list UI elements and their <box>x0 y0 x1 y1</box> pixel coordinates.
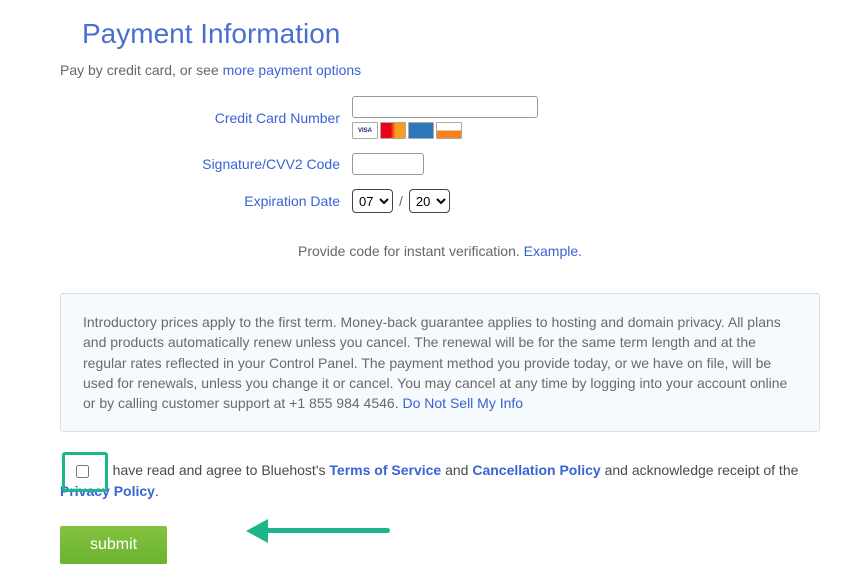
arrow-line <box>260 528 390 533</box>
discover-icon <box>436 122 462 139</box>
exp-month-select[interactable]: 07 <box>352 189 393 213</box>
verify-line: Provide code for instant verification. E… <box>60 243 820 259</box>
arrow-head-icon <box>246 519 268 543</box>
agree-t3: and acknowledge receipt of the <box>601 462 799 478</box>
more-payment-options-link[interactable]: more payment options <box>223 62 362 78</box>
page-title: Payment Information <box>82 18 820 50</box>
pay-subline: Pay by credit card, or see more payment … <box>60 62 820 78</box>
cancellation-policy-link[interactable]: Cancellation Policy <box>472 462 600 478</box>
agree-wrap: I have read and agree to Bluehost's Term… <box>60 460 820 502</box>
exp-slash: / <box>399 193 403 209</box>
visa-icon: VISA <box>352 122 378 139</box>
do-not-sell-link[interactable]: Do Not Sell My Info <box>402 395 523 411</box>
mastercard-icon <box>380 122 406 139</box>
terms-box: Introductory prices apply to the first t… <box>60 293 820 432</box>
privacy-policy-link[interactable]: Privacy Policy <box>60 483 155 499</box>
agree-checkbox[interactable] <box>76 465 89 478</box>
subline-text: Pay by credit card, or see <box>60 62 223 78</box>
cvv-label: Signature/CVV2 Code <box>60 156 352 172</box>
exp-row: Expiration Date 07 / 20 <box>60 189 820 213</box>
submit-button[interactable]: submit <box>60 526 167 564</box>
agree-t2: and <box>441 462 472 478</box>
cvv-row: Signature/CVV2 Code <box>60 153 820 175</box>
agree-t4: . <box>155 483 159 499</box>
verify-suffix: . <box>578 243 582 259</box>
exp-label: Expiration Date <box>60 193 352 209</box>
cc-input[interactable] <box>352 96 538 118</box>
exp-year-select[interactable]: 20 <box>409 189 450 213</box>
cc-field-wrap: VISA <box>352 96 538 139</box>
amex-icon <box>408 122 434 139</box>
verify-prefix: Provide code for instant verification. <box>298 243 524 259</box>
verify-example-link[interactable]: Example <box>524 243 578 259</box>
payment-section: Payment Information Pay by credit card, … <box>60 0 820 564</box>
cc-label: Credit Card Number <box>60 110 352 126</box>
arrow-annotation <box>260 528 390 533</box>
cc-row: Credit Card Number VISA <box>60 96 820 139</box>
submit-wrap: submit <box>60 526 820 564</box>
cvv-input[interactable] <box>352 153 424 175</box>
agree-t1: I have read and agree to Bluehost's <box>105 462 330 478</box>
card-icons-row: VISA <box>352 122 538 139</box>
tos-link[interactable]: Terms of Service <box>329 462 441 478</box>
